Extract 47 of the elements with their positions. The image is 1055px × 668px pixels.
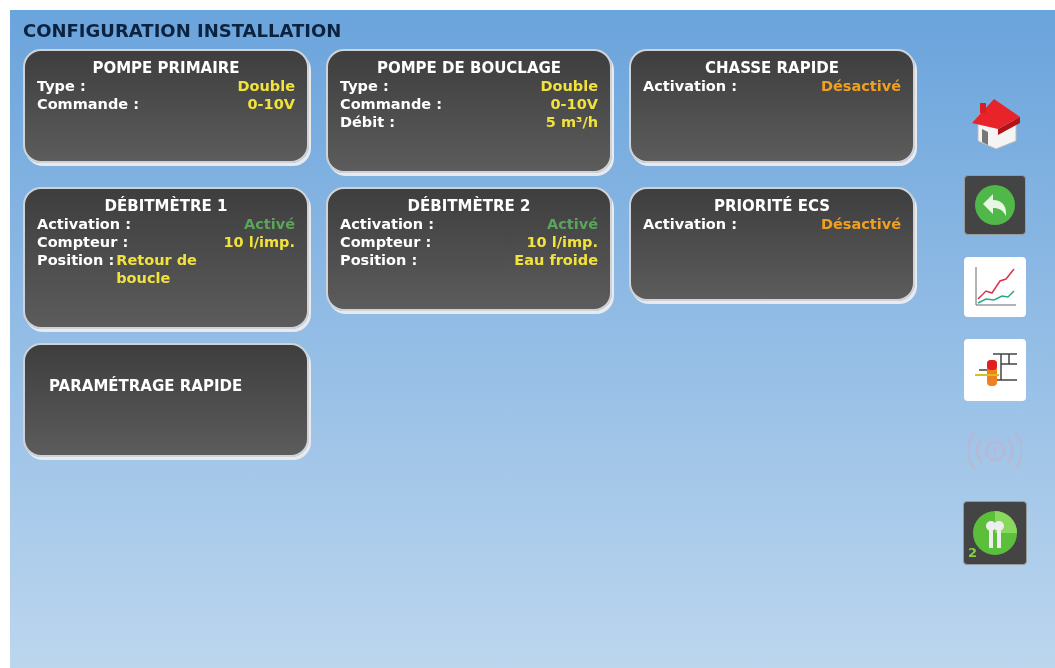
line-chart-icon bbox=[972, 265, 1018, 309]
settings-card[interactable]: POMPE DE BOUCLAGE Type : Double Commande : 0-10V Débit : 5 m³/h bbox=[326, 49, 612, 173]
field-value: Double bbox=[237, 77, 295, 95]
field-label: Activation : bbox=[643, 77, 737, 95]
back-button[interactable] bbox=[964, 175, 1026, 235]
keys-button[interactable]: 2 bbox=[963, 501, 1027, 565]
field-value: Activé bbox=[547, 215, 598, 233]
field-label: Compteur : bbox=[340, 233, 432, 251]
settings-card[interactable]: POMPE PRIMAIRE Type : Double Commande : 0-10V bbox=[23, 49, 309, 163]
card-title: DÉBITMÈTRE 1 bbox=[104, 197, 228, 215]
settings-card[interactable]: CHASSE RAPIDE Activation : Désactivé bbox=[629, 49, 915, 163]
field-value: Eau froide bbox=[514, 251, 598, 269]
field-value: 0-10V bbox=[247, 95, 295, 113]
card-title: POMPE DE BOUCLAGE bbox=[376, 59, 562, 77]
field-value: Double bbox=[540, 77, 598, 95]
card-title: PRIORITÉ ECS bbox=[713, 197, 830, 215]
page-title: CONFIGURATION INSTALLATION bbox=[23, 19, 342, 43]
settings-card[interactable]: DÉBITMÈTRE 1 Activation : Activé Compteur : 10 l/imp. Position :Retour de boucle bbox=[23, 187, 309, 329]
field-value: 10 l/imp. bbox=[223, 233, 295, 251]
field-label: Type : bbox=[340, 77, 389, 95]
card-title: DÉBITMÈTRE 2 bbox=[407, 197, 531, 215]
field-label: Position : bbox=[340, 251, 418, 269]
settings-card[interactable]: PRIORITÉ ECS Activation : Désactivé bbox=[629, 187, 915, 301]
field-value: 0-10V bbox=[550, 95, 598, 113]
field-value: 5 m³/h bbox=[545, 113, 598, 131]
field-value: Activé bbox=[244, 215, 295, 233]
field-label: Débit : bbox=[340, 113, 395, 131]
field-value: Désactivé bbox=[820, 215, 901, 233]
card-title: PARAMÉTRAGE RAPIDE bbox=[49, 377, 244, 395]
field-label: Activation : bbox=[643, 215, 737, 233]
field-value: Désactivé bbox=[820, 77, 901, 95]
field-label: Commande : bbox=[340, 95, 442, 113]
field-label: Commande : bbox=[37, 95, 139, 113]
card-title: CHASSE RAPIDE bbox=[705, 59, 839, 77]
field-label: Position : bbox=[37, 251, 115, 270]
field-label: Activation : bbox=[37, 215, 131, 233]
chart-button[interactable] bbox=[964, 257, 1026, 317]
settings-card[interactable]: DÉBITMÈTRE 2 Activation : Activé Compteur : 10 l/imp. Position : Eau froide bbox=[326, 187, 612, 311]
field-value: 10 l/imp. bbox=[526, 233, 598, 251]
card-title: POMPE PRIMAIRE bbox=[92, 59, 240, 77]
schema-button[interactable] bbox=[964, 339, 1026, 401]
level-number: 2 bbox=[968, 543, 978, 562]
field-label: Activation : bbox=[340, 215, 434, 233]
field-label: Compteur : bbox=[37, 233, 129, 251]
field-label: Type : bbox=[37, 77, 86, 95]
settings-card[interactable]: PARAMÉTRAGE RAPIDE bbox=[23, 343, 309, 457]
field-value: Retour de boucle bbox=[115, 251, 198, 287]
